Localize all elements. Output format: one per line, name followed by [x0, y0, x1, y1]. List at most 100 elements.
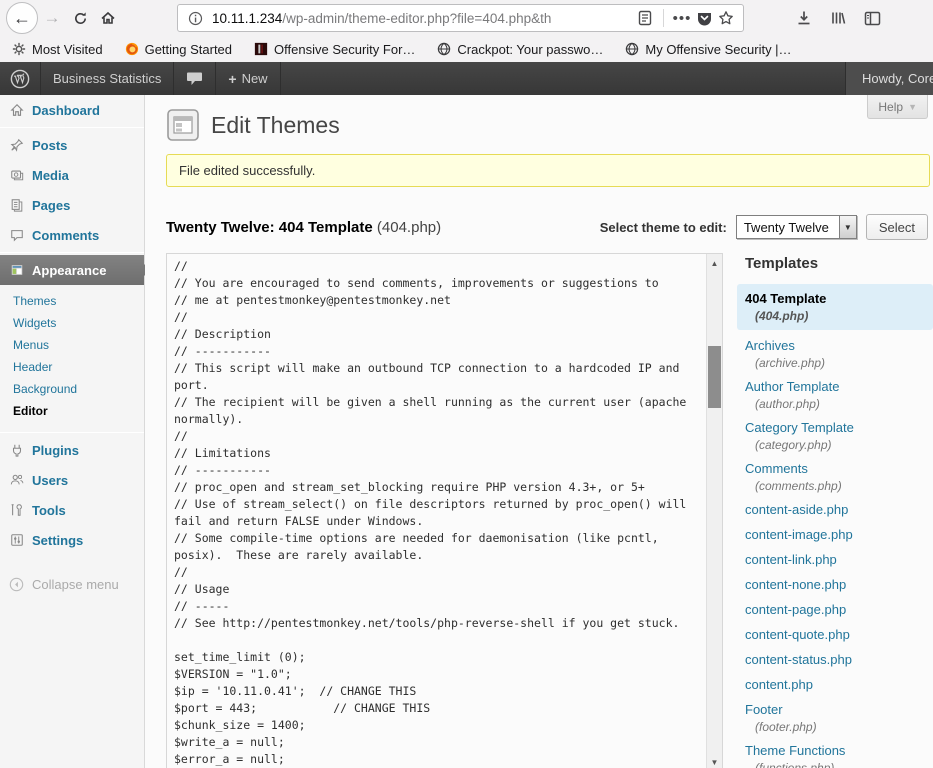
bookmark-most-visited[interactable]: Most Visited: [12, 42, 103, 57]
edited-file-title: Twenty Twelve: 404 Template (404.php): [166, 219, 441, 236]
submenu-item-header[interactable]: Header: [0, 356, 144, 378]
wordpress-logo[interactable]: [0, 62, 41, 95]
submenu-item-menus[interactable]: Menus: [0, 334, 144, 356]
sidebars-icon[interactable]: [864, 11, 881, 26]
template-link[interactable]: content-status.php: [745, 651, 852, 668]
url-bar[interactable]: 10.11.1.234/wp-admin/theme-editor.php?fi…: [177, 4, 744, 32]
scroll-down-icon[interactable]: ▼: [707, 755, 722, 768]
account-menu[interactable]: Howdy, Core: [845, 62, 933, 95]
bookmark-offensive-security-forums[interactable]: Offensive Security For…: [254, 42, 415, 57]
template-item-functions[interactable]: Theme Functions (functions.php): [745, 742, 933, 768]
select-theme-button[interactable]: Select: [866, 214, 928, 240]
bookmark-my-offensive-security[interactable]: My Offensive Security |…: [625, 42, 791, 57]
template-link[interactable]: content-aside.php: [745, 501, 848, 518]
sidebar-item-label: Plugins: [32, 443, 79, 458]
submenu-item-themes[interactable]: Themes: [0, 290, 144, 312]
forward-button[interactable]: →: [38, 4, 66, 32]
template-item-content-quote[interactable]: content-quote.php: [745, 626, 933, 644]
submenu-item-background[interactable]: Background: [0, 378, 144, 400]
reload-button[interactable]: [66, 4, 94, 32]
bookmark-crackpot[interactable]: Crackpot: Your passwo…: [437, 42, 603, 57]
template-link[interactable]: Category Template: [745, 419, 854, 436]
template-item-author[interactable]: Author Template (author.php): [745, 378, 933, 412]
template-link[interactable]: Theme Functions: [745, 742, 845, 759]
template-link[interactable]: content-page.php: [745, 601, 846, 618]
plugin-icon: [9, 443, 25, 457]
template-link[interactable]: Archives: [745, 337, 795, 354]
template-link[interactable]: content.php: [745, 676, 813, 693]
file-title-filename: (404.php): [377, 219, 441, 236]
file-title-text: Twenty Twelve: 404 Template: [166, 219, 373, 236]
sidebar-item-media[interactable]: Media: [0, 160, 144, 190]
page-actions-icon[interactable]: •••: [671, 7, 693, 29]
collapse-arrow-icon: [9, 577, 24, 592]
theme-select-dropdown[interactable]: Twenty Twelve ▼: [736, 215, 857, 239]
pocket-icon[interactable]: [693, 7, 715, 29]
editor-scrollbar[interactable]: ▲ ▼: [706, 254, 722, 768]
reader-mode-icon[interactable]: [634, 7, 656, 29]
template-item-content-image[interactable]: content-image.php: [745, 526, 933, 544]
url-text[interactable]: 10.11.1.234/wp-admin/theme-editor.php?fi…: [212, 11, 634, 26]
sidebar-item-label: Settings: [32, 533, 83, 548]
back-button[interactable]: ←: [6, 2, 38, 34]
template-link[interactable]: content-image.php: [745, 526, 853, 543]
sidebar-item-label: Comments: [32, 228, 99, 243]
new-content-button[interactable]: + New: [216, 62, 280, 95]
help-label: Help: [878, 100, 903, 114]
template-item-content-status[interactable]: content-status.php: [745, 651, 933, 669]
bookmark-star-icon[interactable]: [715, 7, 737, 29]
reload-icon: [73, 11, 88, 26]
template-link[interactable]: Author Template: [745, 378, 839, 395]
downloads-icon[interactable]: [796, 10, 812, 26]
submenu-item-editor[interactable]: Editor: [0, 400, 144, 422]
template-item-footer[interactable]: Footer (footer.php): [745, 701, 933, 735]
template-link[interactable]: 404 Template: [745, 290, 826, 307]
sidebar-item-label: Dashboard: [32, 103, 100, 118]
template-item-content-aside[interactable]: content-aside.php: [745, 501, 933, 519]
template-link[interactable]: Footer: [745, 701, 783, 718]
bookmark-label: Offensive Security For…: [274, 42, 415, 57]
submenu-item-widgets[interactable]: Widgets: [0, 312, 144, 334]
template-item-archives[interactable]: Archives (archive.php): [745, 337, 933, 371]
gear-icon: [12, 42, 26, 56]
template-item-content-page[interactable]: content-page.php: [745, 601, 933, 619]
wp-page: Dashboard Posts Media Pages Comments: [0, 95, 933, 768]
scroll-up-icon[interactable]: ▲: [707, 256, 722, 271]
template-filename: (comments.php): [745, 478, 933, 494]
sidebar-item-dashboard[interactable]: Dashboard: [0, 95, 144, 125]
sidebar-item-label: Pages: [32, 198, 70, 213]
template-item-category[interactable]: Category Template (category.php): [745, 419, 933, 453]
collapse-menu-button[interactable]: Collapse menu: [0, 569, 144, 599]
bookmark-getting-started[interactable]: Getting Started: [125, 42, 232, 57]
library-icon[interactable]: [830, 10, 846, 26]
template-item-content-none[interactable]: content-none.php: [745, 576, 933, 594]
template-link[interactable]: content-none.php: [745, 576, 846, 593]
template-item-404[interactable]: 404 Template (404.php): [737, 284, 933, 330]
sidebar-item-plugins[interactable]: Plugins: [0, 435, 144, 465]
scrollbar-thumb[interactable]: [708, 346, 721, 408]
editor-row: // // You are encouraged to send comment…: [166, 253, 933, 768]
users-icon: [9, 473, 25, 487]
template-link[interactable]: content-link.php: [745, 551, 837, 568]
comments-bubble-button[interactable]: [174, 62, 216, 95]
sidebar-item-label: Appearance: [32, 263, 106, 278]
sidebar-item-users[interactable]: Users: [0, 465, 144, 495]
sidebar-item-comments[interactable]: Comments: [0, 220, 144, 250]
template-item-content-link[interactable]: content-link.php: [745, 551, 933, 569]
sidebar-item-tools[interactable]: Tools: [0, 495, 144, 525]
template-item-content[interactable]: content.php: [745, 676, 933, 694]
template-item-comments[interactable]: Comments (comments.php): [745, 460, 933, 494]
code-editor[interactable]: // // You are encouraged to send comment…: [166, 253, 723, 768]
sidebar-item-appearance[interactable]: Appearance: [0, 255, 144, 285]
home-button[interactable]: [94, 4, 122, 32]
sidebar-item-settings[interactable]: Settings: [0, 525, 144, 555]
url-path: /wp-admin/theme-editor.php?file=404.php&…: [282, 11, 551, 26]
template-link[interactable]: content-quote.php: [745, 626, 850, 643]
sidebar-item-posts[interactable]: Posts: [0, 130, 144, 160]
template-link[interactable]: Comments: [745, 460, 808, 477]
sidebar-item-pages[interactable]: Pages: [0, 190, 144, 220]
site-name-link[interactable]: Business Statistics: [41, 62, 174, 95]
help-button[interactable]: Help ▼: [867, 95, 928, 119]
code-content[interactable]: // // You are encouraged to send comment…: [167, 254, 722, 768]
site-info-icon[interactable]: [184, 7, 206, 29]
